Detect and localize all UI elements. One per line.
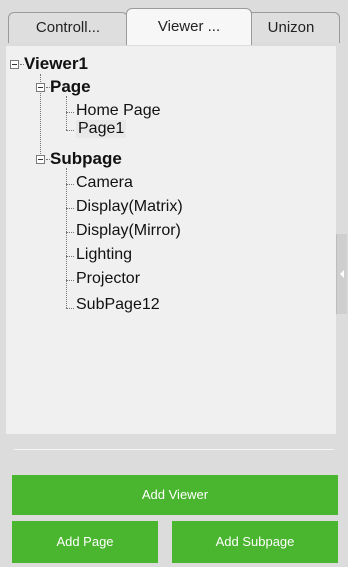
collapse-icon[interactable]: [36, 83, 45, 92]
tree-item-lighting[interactable]: Lighting: [76, 246, 132, 264]
collapse-handle[interactable]: [336, 234, 347, 314]
tree-view[interactable]: Viewer1 Page Home Page Page1 Subpage Cam…: [6, 46, 336, 434]
add-page-button[interactable]: Add Page: [12, 521, 158, 563]
tree-item-projector[interactable]: Projector: [76, 270, 140, 288]
tab-viewer[interactable]: Viewer ...: [126, 8, 252, 45]
tree-node-page[interactable]: Page: [50, 77, 91, 97]
tab-unizon[interactable]: Unizon: [242, 12, 340, 43]
add-subpage-button[interactable]: Add Subpage: [172, 521, 338, 563]
tree-item-display-mirror[interactable]: Display(Mirror): [76, 222, 181, 240]
tree-item-display-matrix[interactable]: Display(Matrix): [76, 198, 183, 216]
tree-item-home-page[interactable]: Home Page: [76, 102, 161, 120]
tree-item-camera[interactable]: Camera: [76, 174, 133, 192]
tab-controller[interactable]: Controll...: [8, 12, 128, 43]
divider: [14, 449, 334, 450]
tree-item-page1[interactable]: Page1: [76, 120, 127, 138]
viewer-panel: Controll... Unizon Viewer ... Viewer1 Pa…: [0, 0, 348, 567]
tree-node-subpage[interactable]: Subpage: [50, 149, 122, 169]
collapse-icon[interactable]: [36, 155, 45, 164]
collapse-icon[interactable]: [10, 60, 19, 69]
tree-node-viewer1[interactable]: Viewer1: [24, 54, 88, 74]
tree-item-subpage12[interactable]: SubPage12: [76, 296, 160, 314]
add-viewer-button[interactable]: Add Viewer: [12, 475, 338, 515]
tab-bar: Controll... Unizon Viewer ...: [6, 6, 342, 46]
